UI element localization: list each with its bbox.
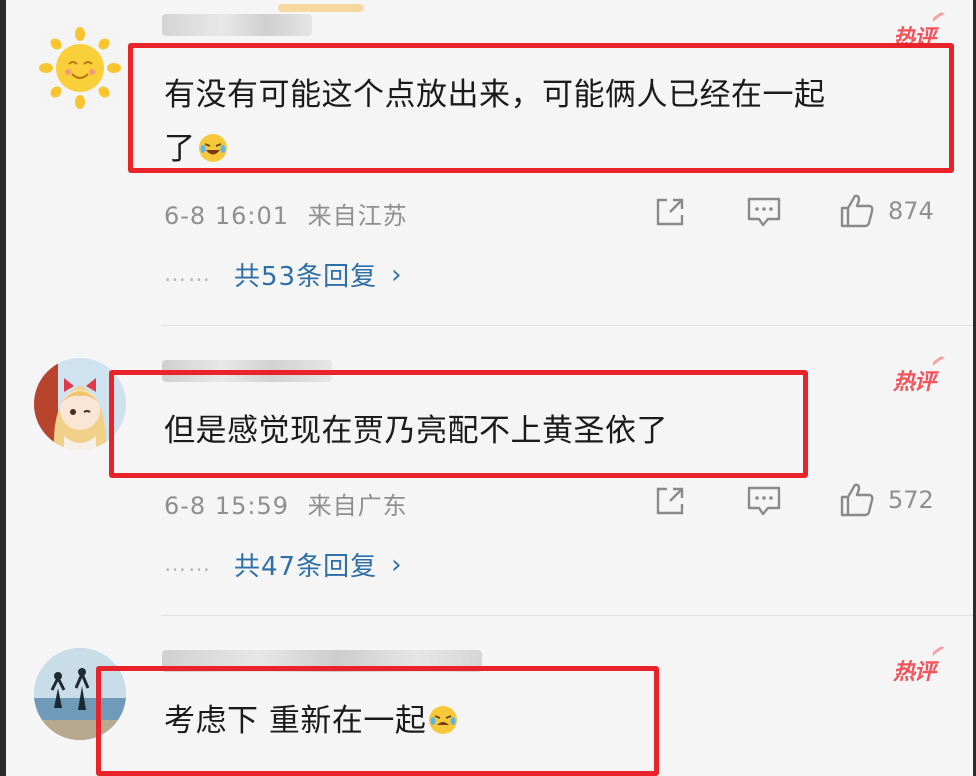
view-replies-link[interactable]: 共53条回复 — [234, 256, 377, 293]
replies-dots: …… — [164, 552, 212, 577]
comment-text: 有没有可能这个点放出来，可能俩人已经在一起 了 — [164, 77, 826, 167]
hot-comment-badge: 热评 — [893, 364, 936, 396]
replies-row[interactable]: …… 共47条回复 › — [164, 546, 402, 583]
comment-button[interactable] — [746, 195, 782, 229]
like-count: 572 — [888, 486, 934, 514]
view-replies-link[interactable]: 共47条回复 — [234, 546, 377, 583]
thumbs-up-icon — [840, 194, 874, 228]
comment-item: 热评 考虑下 重新在一起 — [6, 616, 973, 776]
share-icon — [656, 487, 684, 515]
comment-meta: 6-8 16:01 来自江苏 — [164, 196, 408, 231]
username-blurred[interactable] — [162, 14, 312, 36]
comment-text: 考虑下 重新在一起 — [164, 694, 458, 748]
share-button[interactable] — [653, 195, 687, 229]
comment-meta: 6-8 15:59 来自广东 — [164, 486, 408, 521]
comment-feed[interactable]: 热评 有没有可能这个点放出来，可能俩人已经在一起 了 6-8 16:01 来自江… — [6, 0, 973, 776]
sun-avatar[interactable] — [34, 22, 126, 114]
comment-text: 但是感觉现在贾乃亮配不上黄圣依了 — [164, 413, 668, 449]
comment-icon — [747, 197, 781, 227]
thumbs-up-icon — [840, 483, 874, 517]
like-button[interactable]: 874 — [838, 192, 934, 230]
share-icon — [656, 198, 684, 226]
share-button[interactable] — [653, 484, 687, 518]
comment-item: 热评 有没有可能这个点放出来，可能俩人已经在一起 了 6-8 16:01 来自江… — [6, 0, 973, 326]
comment-time: 6-8 15:59 — [164, 492, 289, 520]
comment-location: 来自广东 — [307, 492, 408, 520]
username-blur-accent — [278, 4, 364, 12]
like-count: 874 — [888, 197, 934, 225]
laughing-tears-emoji-icon — [198, 126, 228, 162]
comment-item: 热评 但是感觉现在贾乃亮配不上黄圣依了 6-8 15:59 来自广东 572 …… — [6, 326, 973, 616]
comment-button[interactable] — [746, 484, 782, 518]
hot-comment-badge: 热评 — [893, 654, 936, 686]
comment-time: 6-8 16:01 — [164, 202, 289, 230]
chevron-right-icon: › — [391, 259, 402, 290]
chevron-right-icon: › — [391, 549, 402, 580]
crying-laughing-emoji-icon — [428, 698, 458, 734]
comment-icon — [747, 486, 781, 516]
replies-row[interactable]: …… 共53条回复 › — [164, 256, 402, 293]
comment-location: 来自江苏 — [307, 202, 408, 230]
like-button[interactable]: 572 — [838, 481, 934, 519]
replies-dots: …… — [164, 262, 212, 287]
